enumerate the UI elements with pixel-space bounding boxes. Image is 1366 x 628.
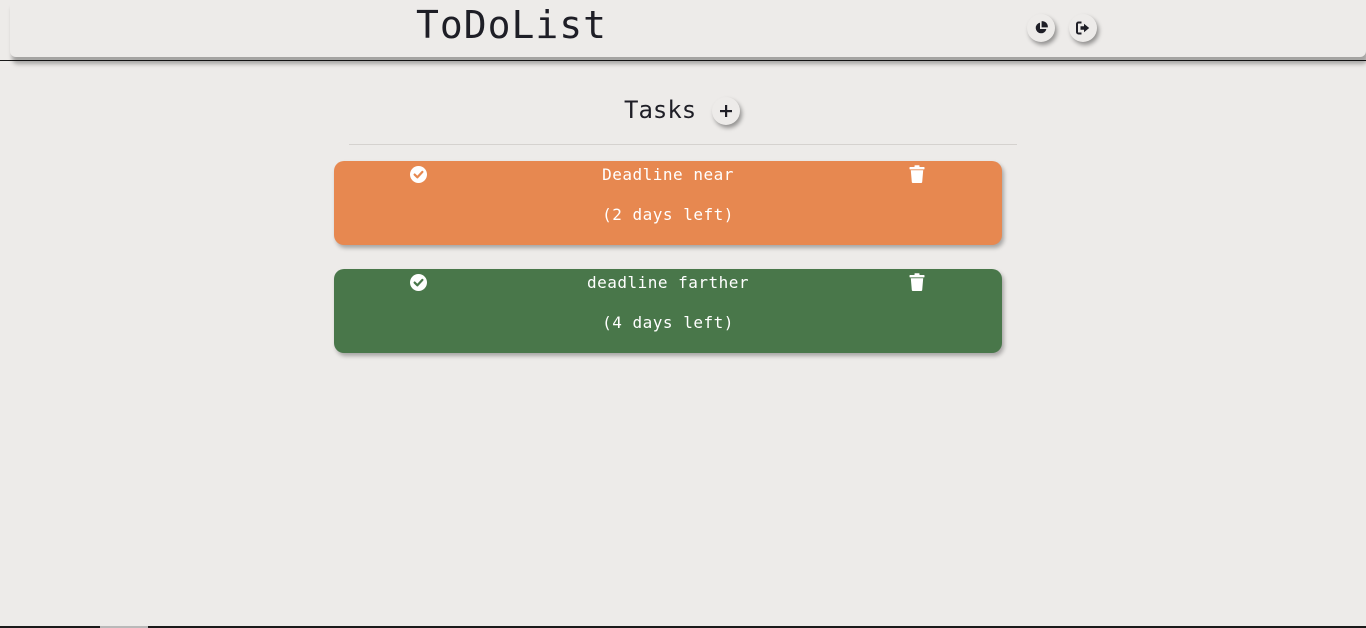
- statistics-button[interactable]: [1027, 14, 1055, 42]
- plus-icon: [720, 105, 732, 117]
- app-title: ToDoList: [416, 3, 608, 47]
- trash-icon[interactable]: [909, 273, 925, 291]
- task-name: deadline farther: [586, 273, 750, 292]
- task-days-left: (2 days left): [602, 205, 734, 224]
- logout-button[interactable]: [1069, 14, 1097, 42]
- pie-chart-icon: [1034, 21, 1048, 35]
- top-bar: ToDoList: [0, 0, 1366, 61]
- app-header: ToDoList: [10, 1, 1366, 57]
- section-divider: [349, 144, 1017, 145]
- trash-icon[interactable]: [909, 165, 925, 183]
- add-task-button[interactable]: [712, 97, 740, 125]
- task-card: Deadline near (2 days left): [334, 161, 1002, 245]
- sign-out-icon: [1076, 21, 1090, 35]
- task-name: Deadline near: [602, 165, 734, 184]
- task-card: deadline farther (4 days left): [334, 269, 1002, 353]
- task-days-left: (4 days left): [602, 313, 734, 332]
- tasks-heading: Tasks: [624, 96, 697, 124]
